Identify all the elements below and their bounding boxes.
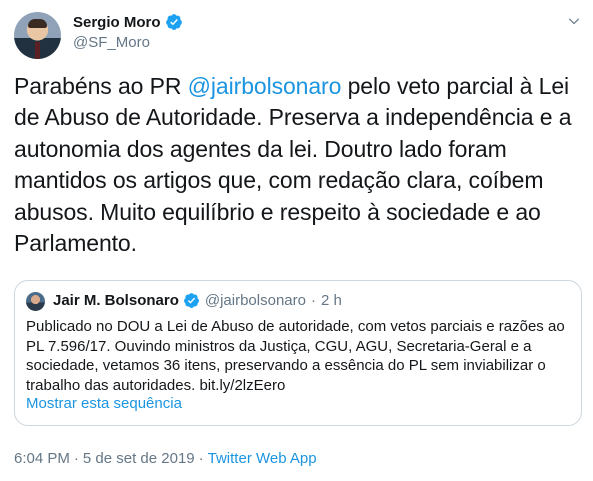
quoted-timestamp[interactable]: 2 h bbox=[321, 292, 342, 309]
meta-separator: · bbox=[73, 450, 79, 467]
tweet-text: Parabéns ao PR @jairbolsonaro pelo veto … bbox=[14, 71, 584, 259]
source-app-link[interactable]: Twitter Web App bbox=[208, 450, 317, 467]
verified-badge-icon bbox=[165, 14, 182, 30]
quoted-tweet-header: Jair M. Bolsonaro @jairbolsonaro · 2 h bbox=[53, 292, 342, 309]
author-name[interactable]: Sergio Moro bbox=[73, 14, 161, 31]
quoted-author-name: Jair M. Bolsonaro bbox=[53, 292, 179, 309]
mention-link[interactable]: @jairbolsonaro bbox=[188, 73, 342, 99]
quoted-author-avatar bbox=[26, 292, 45, 311]
meta-separator: · bbox=[198, 450, 204, 467]
verified-badge-icon bbox=[183, 293, 199, 308]
tweet-date[interactable]: 5 de set de 2019 bbox=[83, 450, 195, 467]
quoted-separator: · bbox=[310, 292, 316, 309]
quoted-author-handle: @jairbolsonaro bbox=[204, 292, 306, 309]
tweet-metadata: 6:04 PM · 5 de set de 2019 · Twitter Web App bbox=[14, 450, 317, 467]
author-avatar[interactable] bbox=[14, 12, 61, 59]
tweet-time[interactable]: 6:04 PM bbox=[14, 450, 70, 467]
author-handle[interactable]: @SF_Moro bbox=[73, 34, 150, 51]
chevron-down-icon[interactable] bbox=[567, 14, 581, 28]
tweet-text-end: pelo veto parcial à Lei de Abuso de Auto… bbox=[14, 73, 572, 257]
show-thread-link[interactable]: Mostrar esta sequência bbox=[26, 395, 182, 412]
author-name-row[interactable]: Sergio Moro bbox=[73, 13, 183, 31]
tweet-text-start: Parabéns ao PR bbox=[14, 73, 188, 99]
tweet: Sergio Moro @SF_Moro Parabéns ao PR @jai… bbox=[0, 0, 593, 481]
quoted-tweet-text: Publicado no DOU a Lei de Abuso de autor… bbox=[26, 318, 565, 394]
quoted-tweet[interactable]: Jair M. Bolsonaro @jairbolsonaro · 2 h P… bbox=[14, 280, 582, 426]
